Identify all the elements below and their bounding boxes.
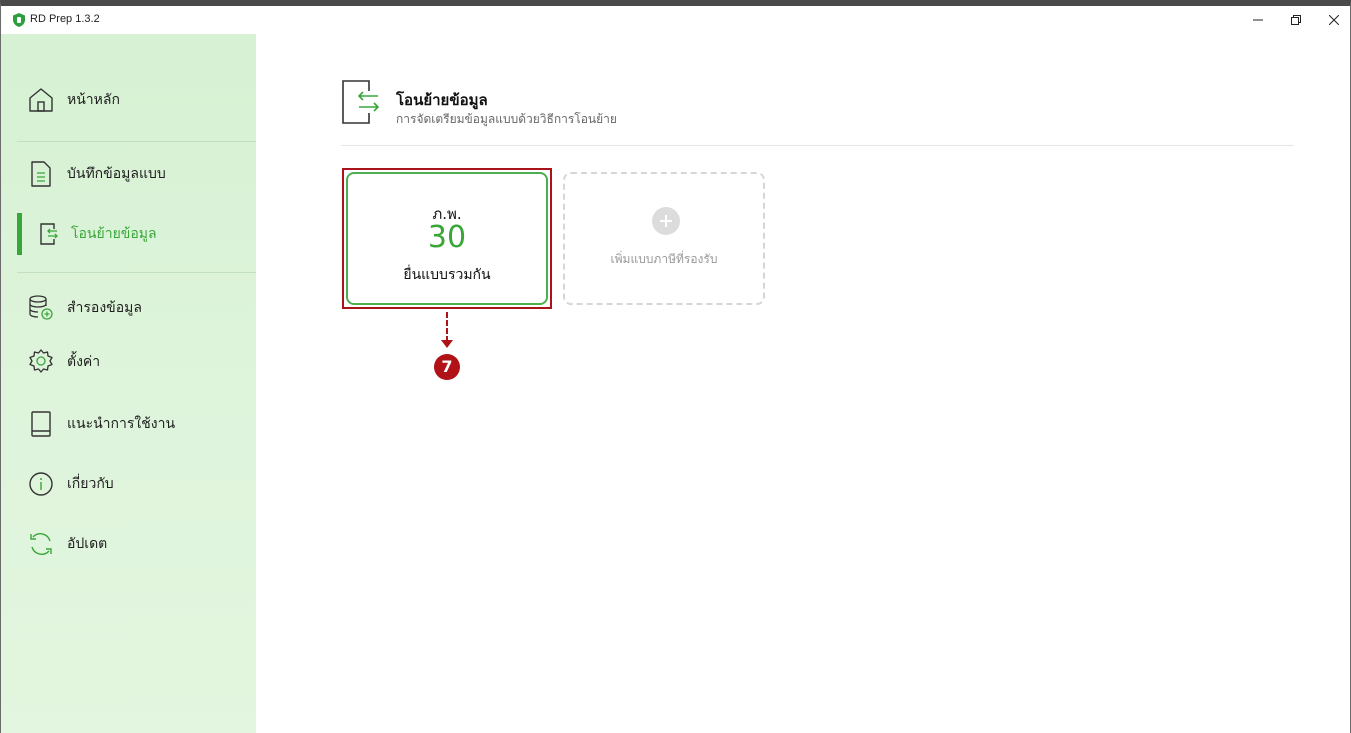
form-card-pp30[interactable]: ภ.พ. 30 ยื่นแบบรวมกัน: [346, 172, 548, 305]
sidebar-item-label: แนะนำการใช้งาน: [67, 416, 176, 432]
close-icon: [1329, 15, 1339, 25]
app-window: RD Prep 1.3.2 หน้าหลัก บันทึกข้อมูลแบบ โ…: [0, 0, 1351, 733]
sidebar-item-label: โอนย้ายข้อมูล: [71, 226, 157, 242]
add-tax-form-label: เพิ่มแบบภาษีที่รองรับ: [610, 252, 718, 266]
page-title: โอนย้ายข้อมูล: [396, 91, 488, 109]
restore-icon: [1291, 15, 1301, 25]
minimize-icon: [1253, 19, 1263, 21]
annotation-arrow-head: [441, 340, 453, 348]
form-number: 30: [427, 220, 467, 255]
database-add-icon: [27, 294, 55, 322]
sidebar-item-label: อัปเดต: [67, 536, 108, 552]
annotation-arrow-line: [446, 312, 448, 342]
sidebar-item-home[interactable]: หน้าหลัก: [1, 74, 256, 126]
refresh-icon: [27, 530, 55, 558]
restore-button[interactable]: [1281, 9, 1311, 31]
transfer-icon: [342, 80, 380, 124]
sidebar-item-label: บันทึกข้อมูลแบบ: [67, 166, 166, 182]
sidebar-item-transfer[interactable]: โอนย้ายข้อมูล: [1, 208, 256, 260]
sidebar-item-label: สำรองข้อมูล: [67, 300, 142, 316]
page-subtitle: การจัดเตรียมข้อมูลแบบด้วยวิธีการโอนย้าย: [396, 112, 617, 126]
title-bar: RD Prep 1.3.2: [1, 6, 1350, 34]
sidebar-item-settings[interactable]: ตั้งค่า: [1, 336, 256, 388]
active-indicator: [17, 213, 22, 255]
app-title: RD Prep 1.3.2: [30, 13, 100, 25]
sidebar-item-backup[interactable]: สำรองข้อมูล: [1, 282, 256, 334]
app-logo-icon: [13, 13, 25, 27]
transfer-icon: [35, 220, 63, 248]
gear-icon: [27, 348, 55, 376]
home-icon: [27, 86, 55, 114]
close-button[interactable]: [1319, 9, 1349, 31]
sidebar-item-label: เกี่ยวกับ: [67, 476, 114, 492]
sidebar-divider: [17, 272, 256, 273]
sidebar-divider: [17, 141, 256, 142]
sidebar-item-label: ตั้งค่า: [67, 354, 101, 370]
sidebar: หน้าหลัก บันทึกข้อมูลแบบ โอนย้ายข้อมูล ส…: [1, 34, 256, 733]
add-tax-form-card[interactable]: เพิ่มแบบภาษีที่รองรับ: [563, 172, 765, 305]
step-badge: 7: [434, 354, 460, 380]
info-icon: [27, 470, 55, 498]
sidebar-item-about[interactable]: เกี่ยวกับ: [1, 458, 256, 510]
sidebar-item-guide[interactable]: แนะนำการใช้งาน: [1, 398, 256, 450]
form-caption: ยื่นแบบรวมกัน: [403, 267, 491, 283]
sidebar-item-label: หน้าหลัก: [67, 92, 120, 108]
sidebar-item-update[interactable]: อัปเดต: [1, 518, 256, 570]
document-icon: [27, 160, 55, 188]
plus-circle-icon: [652, 207, 680, 235]
header-divider: [341, 145, 1294, 146]
minimize-button[interactable]: [1243, 9, 1273, 31]
book-icon: [27, 410, 55, 438]
sidebar-item-record-form[interactable]: บันทึกข้อมูลแบบ: [1, 148, 256, 200]
